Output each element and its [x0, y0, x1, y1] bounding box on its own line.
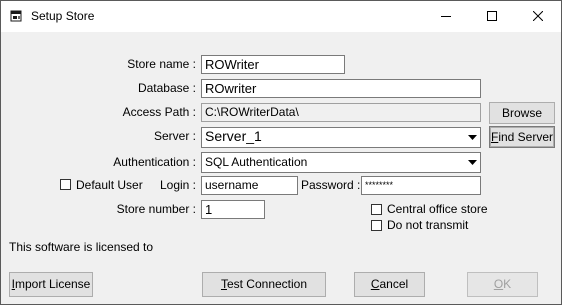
- default-user-label: Default User: [76, 178, 143, 192]
- find-server-button[interactable]: Find Server: [489, 126, 555, 148]
- minimize-icon: [441, 16, 451, 17]
- database-label: Database :: [137, 81, 196, 95]
- do-not-transmit-label: Do not transmit: [387, 218, 469, 232]
- title-bar[interactable]: Setup Store: [1, 1, 561, 32]
- store-number-label: Store number :: [116, 202, 196, 216]
- central-office-store-checkbox[interactable]: [371, 204, 382, 215]
- server-dropdown-arrow[interactable]: [465, 128, 480, 147]
- maximize-icon: [487, 11, 497, 21]
- store-name-label: Store name :: [127, 57, 196, 71]
- server-select-value: Server_1: [205, 128, 262, 144]
- do-not-transmit-checkbox[interactable]: [371, 220, 382, 231]
- password-label: Password :: [301, 178, 361, 192]
- database-field[interactable]: ROwriter: [201, 79, 481, 98]
- chevron-down-icon: [468, 135, 477, 140]
- store-window-icon: [10, 10, 22, 22]
- server-label: Server :: [153, 129, 196, 143]
- login-label: Login :: [159, 178, 196, 192]
- central-office-store-label: Central office store: [387, 202, 488, 216]
- setup-store-dialog: Setup Store Store name : ROWriter Databa…: [0, 0, 562, 305]
- window-title: Setup Store: [31, 9, 95, 23]
- close-button[interactable]: [515, 1, 561, 32]
- access-path-label: Access Path :: [122, 105, 196, 119]
- authentication-dropdown-arrow[interactable]: [465, 153, 480, 172]
- authentication-label: Authentication :: [113, 155, 196, 169]
- store-name-field[interactable]: ROWriter: [201, 55, 345, 74]
- browse-button[interactable]: Browse: [489, 102, 555, 124]
- import-license-button[interactable]: Import License: [9, 272, 93, 297]
- cancel-button[interactable]: Cancel: [354, 272, 425, 297]
- password-field[interactable]: ********: [361, 176, 481, 195]
- default-user-checkbox[interactable]: [60, 179, 71, 190]
- authentication-select[interactable]: SQL Authentication: [201, 152, 481, 173]
- test-connection-button[interactable]: Test Connection: [202, 272, 326, 297]
- chevron-down-icon: [468, 160, 477, 165]
- minimize-button[interactable]: [423, 1, 469, 32]
- authentication-select-value: SQL Authentication: [205, 155, 308, 169]
- access-path-field[interactable]: C:\ROWriterData\: [201, 103, 481, 122]
- ok-button[interactable]: OK: [467, 272, 538, 297]
- server-select[interactable]: Server_1: [201, 127, 481, 148]
- store-number-field[interactable]: 1: [201, 200, 265, 219]
- close-icon: [533, 11, 543, 21]
- license-text: This software is licensed to: [9, 240, 154, 254]
- maximize-button[interactable]: [469, 1, 515, 32]
- login-field[interactable]: username: [201, 176, 298, 195]
